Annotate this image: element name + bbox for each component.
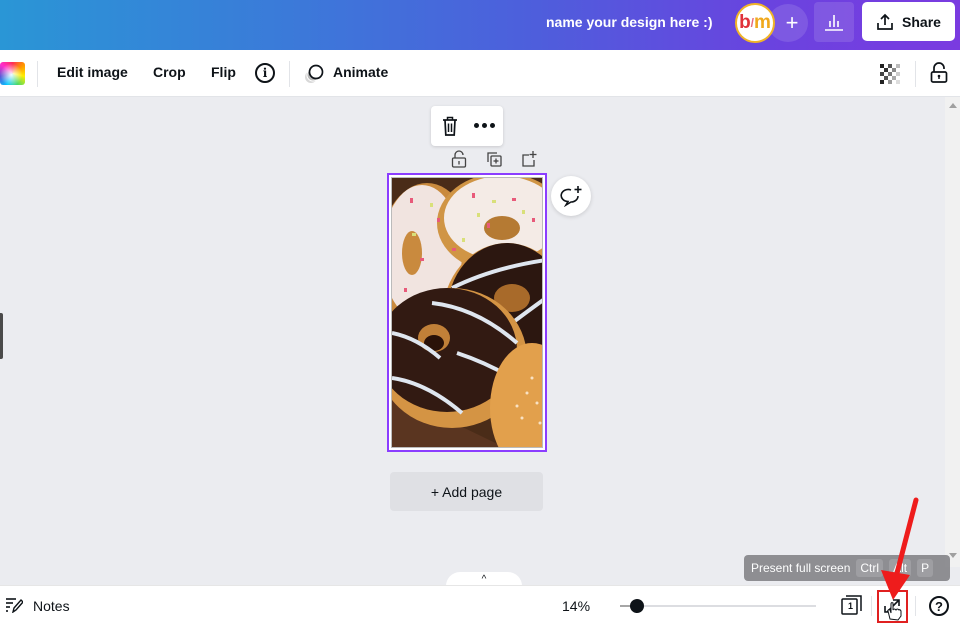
tooltip-text: Present full screen: [751, 561, 851, 575]
info-icon[interactable]: i: [255, 63, 275, 83]
duplicate-icon[interactable]: [485, 150, 503, 168]
edit-image-button[interactable]: Edit image: [57, 64, 128, 80]
donuts-photo[interactable]: [391, 177, 543, 448]
lock-icon[interactable]: [450, 150, 468, 168]
zoom-slider[interactable]: [620, 599, 816, 613]
share-label: Share: [902, 13, 941, 30]
zoom-percentage[interactable]: 14%: [562, 598, 590, 614]
bottom-divider: [871, 596, 872, 616]
more-icon[interactable]: [474, 123, 495, 128]
avatar-letter: b: [739, 12, 751, 33]
expand-icon: [884, 599, 902, 621]
page-grid-button[interactable]: 1: [840, 594, 864, 616]
add-page-icon[interactable]: [520, 150, 538, 168]
crop-button[interactable]: Crop: [153, 64, 186, 80]
toolbar-divider: [915, 61, 916, 87]
side-panel-handle[interactable]: [0, 313, 3, 359]
image-toolbar: Edit image Crop Flip i Animate: [0, 50, 960, 97]
donuts-image: [392, 178, 542, 447]
shortcut-key: Alt: [889, 559, 912, 577]
avatar-letter: m: [754, 12, 771, 33]
present-full-screen-button[interactable]: [877, 590, 908, 623]
notes-icon: [6, 598, 23, 613]
add-comment-button[interactable]: [551, 176, 591, 216]
expand-pages-tab[interactable]: ^: [446, 572, 522, 586]
header-bar: name your design here :) + b / m Share: [0, 0, 960, 50]
plus-icon: +: [785, 10, 799, 35]
zoom-slider-thumb[interactable]: [630, 599, 644, 613]
flip-button[interactable]: Flip: [211, 64, 236, 80]
lock-icon[interactable]: [930, 62, 948, 84]
page-count: 1: [847, 601, 853, 611]
trash-icon[interactable]: [442, 116, 458, 136]
shortcut-key: Ctrl: [856, 559, 884, 577]
insights-button[interactable]: [814, 2, 854, 42]
notes-button[interactable]: Notes: [33, 598, 70, 614]
shortcut-key: P: [917, 559, 934, 577]
design-page-selected[interactable]: [387, 173, 547, 452]
bottom-divider: [915, 596, 916, 616]
tooltip: Present full screen Ctrl Alt P: [744, 555, 950, 581]
bottom-bar: Notes 14% 1 ?: [0, 585, 960, 623]
avatar[interactable]: b / m: [735, 3, 775, 43]
scroll-down-arrow[interactable]: [949, 553, 957, 558]
vertical-scrollbar[interactable]: [945, 97, 960, 567]
bar-chart-icon: [825, 15, 843, 31]
upload-icon: [877, 13, 893, 30]
toolbar-divider: [289, 61, 290, 87]
animate-icon[interactable]: [303, 63, 325, 85]
color-palette-icon[interactable]: [0, 62, 25, 85]
animate-button[interactable]: Animate: [333, 64, 388, 80]
transparency-icon[interactable]: [880, 64, 900, 84]
scroll-up-arrow[interactable]: [949, 103, 957, 108]
add-comment-icon: [560, 186, 582, 207]
add-page-button[interactable]: + Add page: [390, 472, 543, 511]
share-button[interactable]: Share: [862, 2, 955, 41]
element-context-menu: [431, 106, 503, 146]
design-name[interactable]: name your design here :): [546, 14, 712, 30]
help-button[interactable]: ?: [929, 596, 949, 616]
toolbar-divider: [37, 61, 38, 87]
